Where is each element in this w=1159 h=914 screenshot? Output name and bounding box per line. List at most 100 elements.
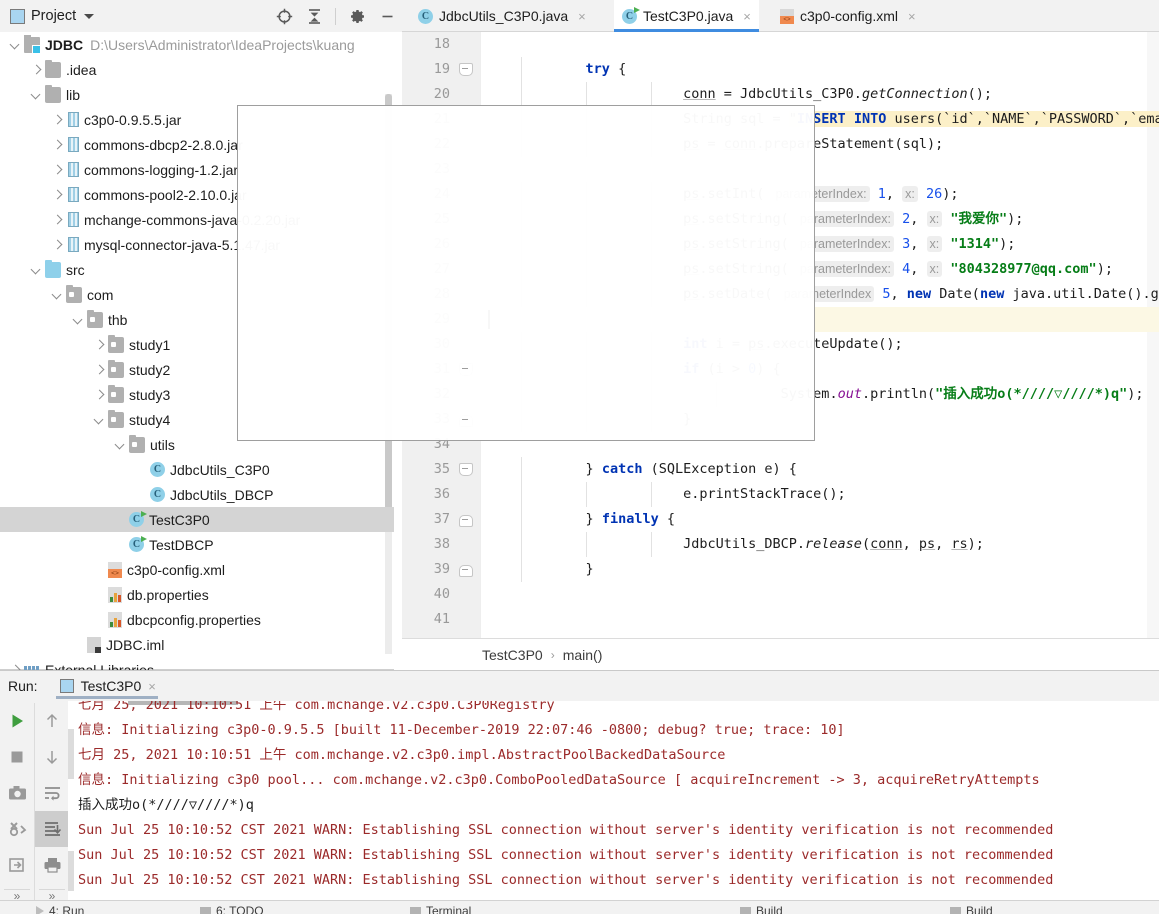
settings-gear-icon[interactable]: [348, 7, 366, 25]
chevron-right-icon[interactable]: [8, 663, 22, 671]
close-icon[interactable]: ×: [578, 9, 586, 24]
code-line[interactable]: 35} catch (SQLException e) {: [402, 457, 1159, 482]
editor-tab-c3p0-config[interactable]: c3p0-config.xml ×: [772, 0, 924, 32]
indent-guide: [586, 82, 587, 107]
tree-item-label: src: [66, 262, 85, 278]
chevron-right-icon[interactable]: [92, 338, 106, 352]
indent-guide: [651, 482, 652, 507]
code-text: e.printStackTrace();: [683, 482, 846, 507]
tree-item-lib[interactable]: lib: [0, 82, 394, 107]
breadcrumb-method[interactable]: main(): [563, 647, 603, 663]
no-arrow-spacer: [134, 488, 148, 502]
project-view-button[interactable]: Project: [6, 4, 98, 28]
scroll-down-icon[interactable]: [35, 739, 69, 775]
console-line: 插入成功o(*////▽////*)q: [78, 793, 254, 818]
code-line[interactable]: 36e.printStackTrace();: [402, 482, 1159, 507]
tree-item-jdbcutils-c3p0[interactable]: CJdbcUtils_C3P0: [0, 457, 394, 482]
status-item-build[interactable]: Build: [740, 904, 783, 914]
code-line[interactable]: 41: [402, 607, 1159, 632]
breadcrumb-class[interactable]: TestC3P0: [482, 647, 543, 663]
code-line[interactable]: 20conn = JdbcUtils_C3P0.getConnection();: [402, 82, 1159, 107]
chevron-right-icon[interactable]: [50, 213, 64, 227]
close-icon[interactable]: ×: [148, 679, 156, 694]
status-item-terminal[interactable]: Terminal: [410, 904, 471, 914]
code-fold-toggle[interactable]: [459, 463, 472, 476]
code-line[interactable]: 18: [402, 32, 1159, 57]
close-icon[interactable]: ×: [743, 9, 751, 24]
tree-item-label: study3: [129, 387, 170, 403]
chevron-right-icon[interactable]: [50, 113, 64, 127]
chevron-right-icon[interactable]: [92, 388, 106, 402]
code-line[interactable]: 39}: [402, 557, 1159, 582]
chevron-down-icon[interactable]: [29, 88, 43, 102]
chevron-down-icon[interactable]: [84, 14, 94, 19]
status-label: Build: [966, 904, 993, 914]
tree-item-jdbc-iml[interactable]: JDBC.iml: [0, 632, 394, 657]
code-text: System.out.println("插入成功o(*////▽////*)q"…: [781, 382, 1144, 407]
chevron-right-icon[interactable]: [50, 238, 64, 252]
line-number: 39: [410, 557, 450, 582]
code-line[interactable]: 19try {: [402, 57, 1159, 82]
tree-item-jdbc[interactable]: JDBCD:\Users\Administrator\IdeaProjects\…: [0, 32, 394, 57]
tree-item-external-libraries[interactable]: External Libraries: [0, 657, 394, 670]
soft-wrap-icon[interactable]: [35, 775, 69, 811]
locate-target-icon[interactable]: [275, 7, 293, 25]
status-item-todo[interactable]: 6: TODO: [200, 904, 264, 914]
stop-icon[interactable]: [0, 739, 34, 775]
code-fold-toggle[interactable]: [459, 513, 472, 526]
chevron-right-icon[interactable]: [50, 138, 64, 152]
chevron-right-icon[interactable]: [50, 163, 64, 177]
status-bar: 4: Run 6: TODO Terminal Build Build: [0, 900, 1159, 914]
line-number: 35: [410, 457, 450, 482]
run-console[interactable]: 七月 25, 2021 10:10:51 上午 com.mchange.v2.c…: [68, 701, 1159, 914]
code-line[interactable]: 37} finally {: [402, 507, 1159, 532]
rerun-icon[interactable]: [0, 703, 34, 739]
tree-item-db-properties[interactable]: db.properties: [0, 582, 394, 607]
chevron-down-icon[interactable]: [92, 413, 106, 427]
status-item-extra[interactable]: Build: [950, 904, 993, 914]
chevron-down-icon[interactable]: [71, 313, 85, 327]
editor-tab-testc3p0[interactable]: C TestC3P0.java ×: [614, 0, 759, 32]
console-left-marker: [68, 729, 74, 779]
console-line: 信息: Initializing c3p0-0.9.5.5 [built 11-…: [78, 718, 845, 743]
export-icon[interactable]: [0, 847, 34, 883]
print-icon[interactable]: [35, 847, 69, 883]
code-line[interactable]: 38JdbcUtils_DBCP.release(conn, ps, rs);: [402, 532, 1159, 557]
tree-item-label: study2: [129, 362, 170, 378]
tree-item-dbcpconfig-properties[interactable]: dbcpconfig.properties: [0, 607, 394, 632]
jar-icon: [68, 212, 79, 227]
close-icon[interactable]: ×: [908, 9, 916, 24]
collapse-all-icon[interactable]: [305, 7, 323, 25]
chevron-down-icon[interactable]: [50, 288, 64, 302]
minimize-icon[interactable]: [378, 7, 396, 25]
tree-item-testdbcp[interactable]: CTestDBCP: [0, 532, 394, 557]
tree-item-c3p0-config-xml[interactable]: c3p0-config.xml: [0, 557, 394, 582]
tree-item-jdbcutils-dbcp[interactable]: CJdbcUtils_DBCP: [0, 482, 394, 507]
chevron-right-icon[interactable]: [50, 188, 64, 202]
scroll-up-icon[interactable]: [35, 703, 69, 739]
run-configuration-tab[interactable]: TestC3P0 ×: [60, 671, 156, 701]
editor-tab-jdbcutils-c3p0[interactable]: C JdbcUtils_C3P0.java ×: [410, 0, 594, 32]
chevron-right-icon[interactable]: [29, 63, 43, 77]
chevron-right-icon[interactable]: [92, 363, 106, 377]
properties-file-icon: [108, 587, 122, 603]
code-fold-toggle[interactable]: [459, 563, 472, 576]
scroll-to-end-icon[interactable]: [35, 811, 69, 847]
code-line[interactable]: 40: [402, 582, 1159, 607]
line-number: 19: [410, 57, 450, 82]
package-icon: [129, 437, 145, 453]
tree-item-label: c3p0-0.9.5.5.jar: [84, 112, 181, 128]
code-fold-toggle[interactable]: [459, 63, 472, 76]
chevron-down-icon[interactable]: [8, 38, 22, 52]
camera-icon[interactable]: [0, 775, 34, 811]
build-icon: [740, 907, 751, 914]
java-class-icon: C: [150, 487, 165, 502]
tree-item--idea[interactable]: .idea: [0, 57, 394, 82]
no-arrow-spacer: [92, 588, 106, 602]
status-item-run[interactable]: 4: Run: [36, 904, 84, 914]
chevron-down-icon[interactable]: [29, 263, 43, 277]
overlay-ghost-panel: [237, 105, 815, 441]
chevron-down-icon[interactable]: [113, 438, 127, 452]
tree-item-testc3p0[interactable]: CTestC3P0: [0, 507, 394, 532]
restart-failed-tests-icon[interactable]: [0, 811, 34, 847]
